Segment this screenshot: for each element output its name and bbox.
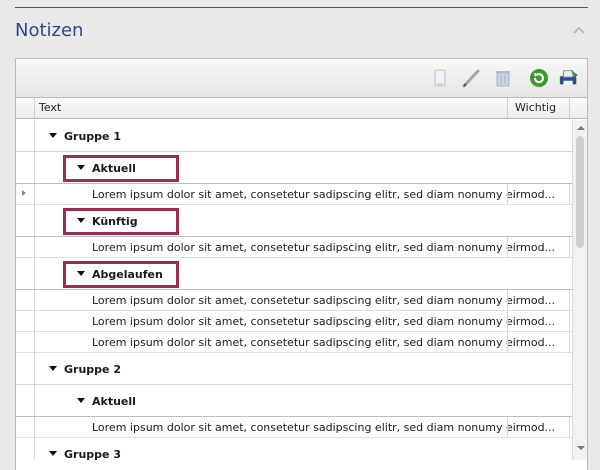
note-text-cell: Lorem ipsum dolor sit amet, consetetur s… (92, 421, 556, 434)
notes-panel: Text Wichtig Gruppe 1 Aktuell Lorem ipsu… (15, 58, 588, 470)
highlight-box (63, 208, 179, 235)
expand-caret-icon[interactable] (49, 366, 57, 371)
table-row[interactable]: Lorem ipsum dolor sit amet, consetetur s… (16, 311, 572, 332)
table-row[interactable]: Lorem ipsum dolor sit amet, consetetur s… (16, 237, 572, 258)
expand-caret-icon[interactable] (77, 398, 85, 403)
highlight-box (63, 155, 179, 182)
row-indicator-icon (16, 184, 35, 204)
toolbar (16, 59, 587, 98)
note-text-cell: Lorem ipsum dolor sit amet, consetetur s… (92, 294, 556, 307)
table-row[interactable]: Lorem ipsum dolor sit amet, consetetur s… (16, 332, 572, 353)
refresh-icon[interactable] (528, 67, 550, 89)
column-header-important[interactable]: Wichtig (515, 101, 556, 114)
note-text-cell: Lorem ipsum dolor sit amet, consetetur s… (92, 336, 556, 349)
table-row[interactable]: Lorem ipsum dolor sit amet, consetetur s… (16, 184, 572, 205)
highlight-box (63, 261, 179, 288)
vertical-scrollbar[interactable] (572, 120, 587, 460)
section-top-rule (15, 7, 588, 8)
scroll-down-icon[interactable] (577, 446, 585, 450)
header-indicator-cell (16, 98, 35, 118)
note-text-cell: Lorem ipsum dolor sit amet, consetetur s… (92, 188, 556, 201)
group-label: Gruppe 2 (64, 363, 121, 376)
edit-pencil-icon[interactable] (460, 67, 482, 89)
collapse-chevron-icon[interactable] (572, 22, 586, 36)
table-row[interactable]: Lorem ipsum dolor sit amet, consetetur s… (16, 290, 572, 311)
group-label: Gruppe 1 (64, 130, 121, 143)
group-row[interactable]: Gruppe 3 (16, 438, 572, 460)
scroll-up-icon[interactable] (577, 126, 585, 130)
section-title: Notizen (15, 20, 84, 41)
subgroup-label: Aktuell (92, 395, 136, 408)
expand-caret-icon[interactable] (49, 451, 57, 456)
table-row[interactable]: Lorem ipsum dolor sit amet, consetetur s… (16, 417, 572, 438)
note-text-cell: Lorem ipsum dolor sit amet, consetetur s… (92, 315, 556, 328)
column-header-text[interactable]: Text (39, 101, 61, 114)
new-note-icon[interactable] (429, 67, 451, 89)
note-text-cell: Lorem ipsum dolor sit amet, consetetur s… (92, 241, 556, 254)
print-icon[interactable] (558, 67, 580, 89)
scroll-thumb[interactable] (576, 136, 584, 248)
delete-bin-icon[interactable] (492, 67, 514, 89)
grid-header: Text Wichtig (16, 98, 587, 119)
group-row[interactable]: Gruppe 2 (16, 353, 572, 385)
subgroup-row[interactable]: Aktuell (16, 385, 572, 417)
expand-caret-icon[interactable] (49, 133, 57, 138)
group-row[interactable]: Gruppe 1 (16, 120, 572, 152)
notes-grid: Gruppe 1 Aktuell Lorem ipsum dolor sit a… (16, 120, 572, 460)
group-label: Gruppe 3 (64, 448, 121, 460)
